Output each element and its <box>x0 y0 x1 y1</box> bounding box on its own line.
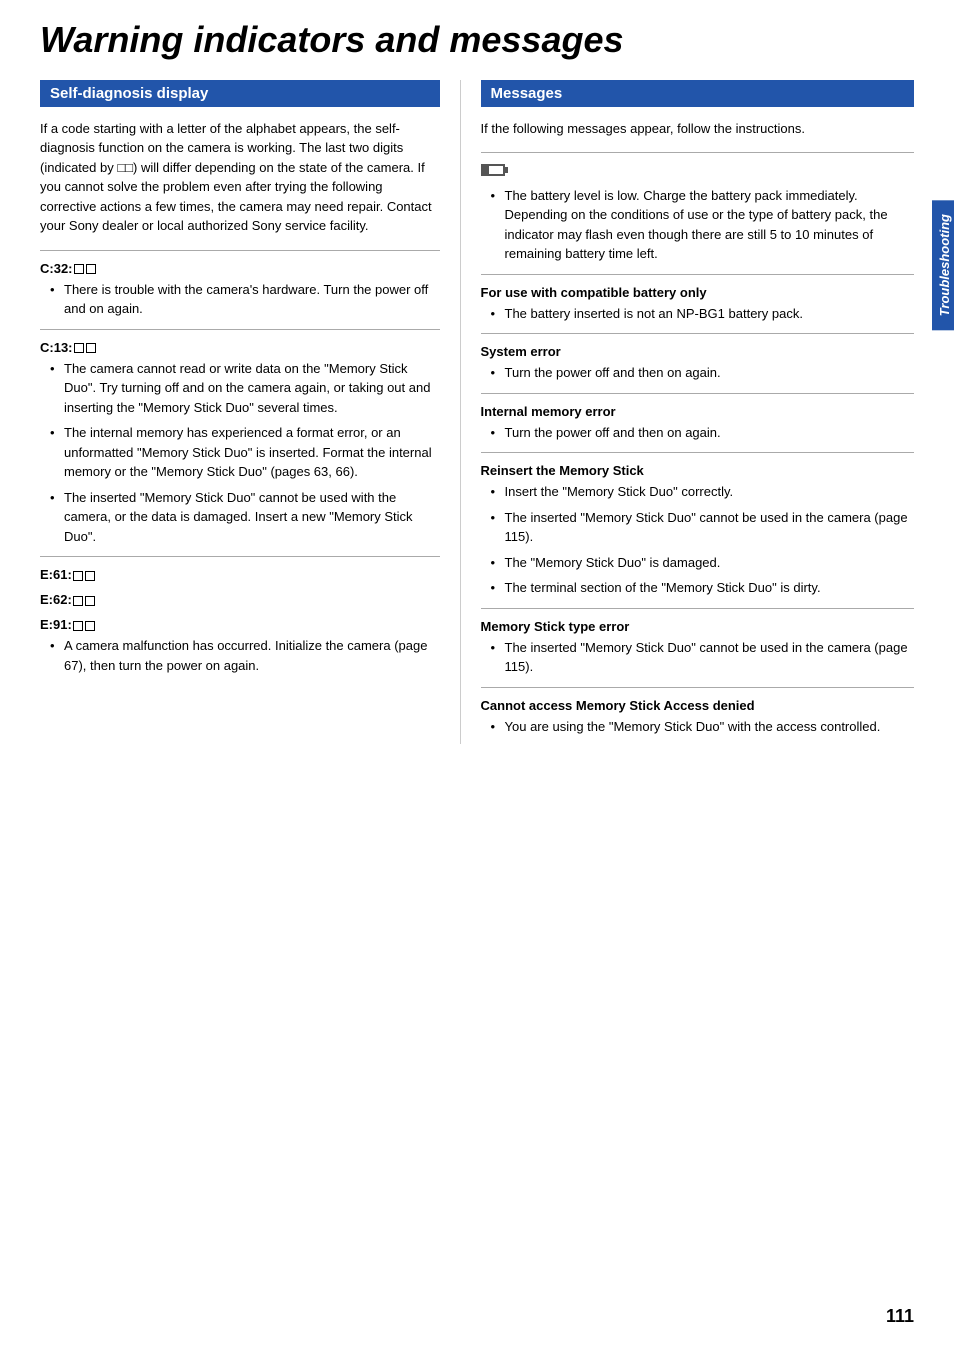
msg-divider-0 <box>481 152 914 153</box>
msg-divider-1 <box>481 274 914 275</box>
msg-internal-memory-list: Turn the power off and then on again. <box>491 423 914 443</box>
msg-cannot-access-label: Cannot access Memory Stick Access denied <box>481 698 914 713</box>
code-e61: E:61: <box>40 567 440 582</box>
page-title: Warning indicators and messages <box>40 20 914 60</box>
reinsert-bullet-3: The "Memory Stick Duo" is damaged. <box>491 553 914 573</box>
msg-reinsert-label: Reinsert the Memory Stick <box>481 463 914 478</box>
divider-3 <box>40 556 440 557</box>
msg-divider-3 <box>481 393 914 394</box>
type-error-bullet-1: The inserted "Memory Stick Duo" cannot b… <box>491 638 914 677</box>
page-number: 111 <box>886 1306 914 1327</box>
cannot-access-bullet-1: You are using the "Memory Stick Duo" wit… <box>491 717 914 737</box>
battery-icon <box>481 164 505 176</box>
divider-2 <box>40 329 440 330</box>
msg-divider-6 <box>481 687 914 688</box>
main-content: Self-diagnosis display If a code startin… <box>40 80 914 745</box>
right-column: Messages If the following messages appea… <box>460 80 914 745</box>
msg-divider-5 <box>481 608 914 609</box>
msg-type-error-list: The inserted "Memory Stick Duo" cannot b… <box>491 638 914 677</box>
msg-internal-memory-label: Internal memory error <box>481 404 914 419</box>
divider-1 <box>40 250 440 251</box>
msg-system-error-label: System error <box>481 344 914 359</box>
battery-bullet-1: The battery level is low. Charge the bat… <box>491 186 914 264</box>
msg-reinsert-list: Insert the "Memory Stick Duo" correctly.… <box>491 482 914 598</box>
msg-system-error-list: Turn the power off and then on again. <box>491 363 914 383</box>
msg-divider-2 <box>481 333 914 334</box>
msg-cannot-access-list: You are using the "Memory Stick Duo" wit… <box>491 717 914 737</box>
code-e62: E:62: <box>40 592 440 607</box>
square-7 <box>73 596 83 606</box>
messages-intro: If the following messages appear, follow… <box>481 119 914 139</box>
e91-list: A camera malfunction has occurred. Initi… <box>50 636 440 675</box>
c13-bullet-2: The internal memory has experienced a fo… <box>50 423 440 482</box>
square-8 <box>85 596 95 606</box>
battery-icon-row <box>481 163 914 180</box>
messages-header: Messages <box>481 80 914 107</box>
c13-bullet-1: The camera cannot read or write data on … <box>50 359 440 418</box>
code-c13: C:13: <box>40 340 440 355</box>
msg-compatible-battery-label: For use with compatible battery only <box>481 285 914 300</box>
system-error-bullet-1: Turn the power off and then on again. <box>491 363 914 383</box>
square-2 <box>86 264 96 274</box>
battery-list: The battery level is low. Charge the bat… <box>491 186 914 264</box>
self-diagnosis-header: Self-diagnosis display <box>40 80 440 107</box>
square-3 <box>74 343 84 353</box>
reinsert-bullet-1: Insert the "Memory Stick Duo" correctly. <box>491 482 914 502</box>
c13-list: The camera cannot read or write data on … <box>50 359 440 547</box>
e91-bullet-1: A camera malfunction has occurred. Initi… <box>50 636 440 675</box>
c32-bullet-1: There is trouble with the camera's hardw… <box>50 280 440 319</box>
code-c32: C:32: <box>40 261 440 276</box>
internal-memory-bullet-1: Turn the power off and then on again. <box>491 423 914 443</box>
reinsert-bullet-4: The terminal section of the "Memory Stic… <box>491 578 914 598</box>
left-column: Self-diagnosis display If a code startin… <box>40 80 460 745</box>
square-4 <box>86 343 96 353</box>
c13-bullet-3: The inserted "Memory Stick Duo" cannot b… <box>50 488 440 547</box>
square-5 <box>73 571 83 581</box>
square-10 <box>85 621 95 631</box>
self-diagnosis-intro: If a code starting with a letter of the … <box>40 119 440 236</box>
msg-compatible-battery-list: The battery inserted is not an NP-BG1 ba… <box>491 304 914 324</box>
square-6 <box>85 571 95 581</box>
square-1 <box>74 264 84 274</box>
code-e91: E:91: <box>40 617 440 632</box>
c32-list: There is trouble with the camera's hardw… <box>50 280 440 319</box>
reinsert-bullet-2: The inserted "Memory Stick Duo" cannot b… <box>491 508 914 547</box>
compatible-battery-bullet-1: The battery inserted is not an NP-BG1 ba… <box>491 304 914 324</box>
msg-divider-4 <box>481 452 914 453</box>
troubleshooting-tab: Troubleshooting <box>932 200 954 330</box>
square-9 <box>73 621 83 631</box>
msg-type-error-label: Memory Stick type error <box>481 619 914 634</box>
